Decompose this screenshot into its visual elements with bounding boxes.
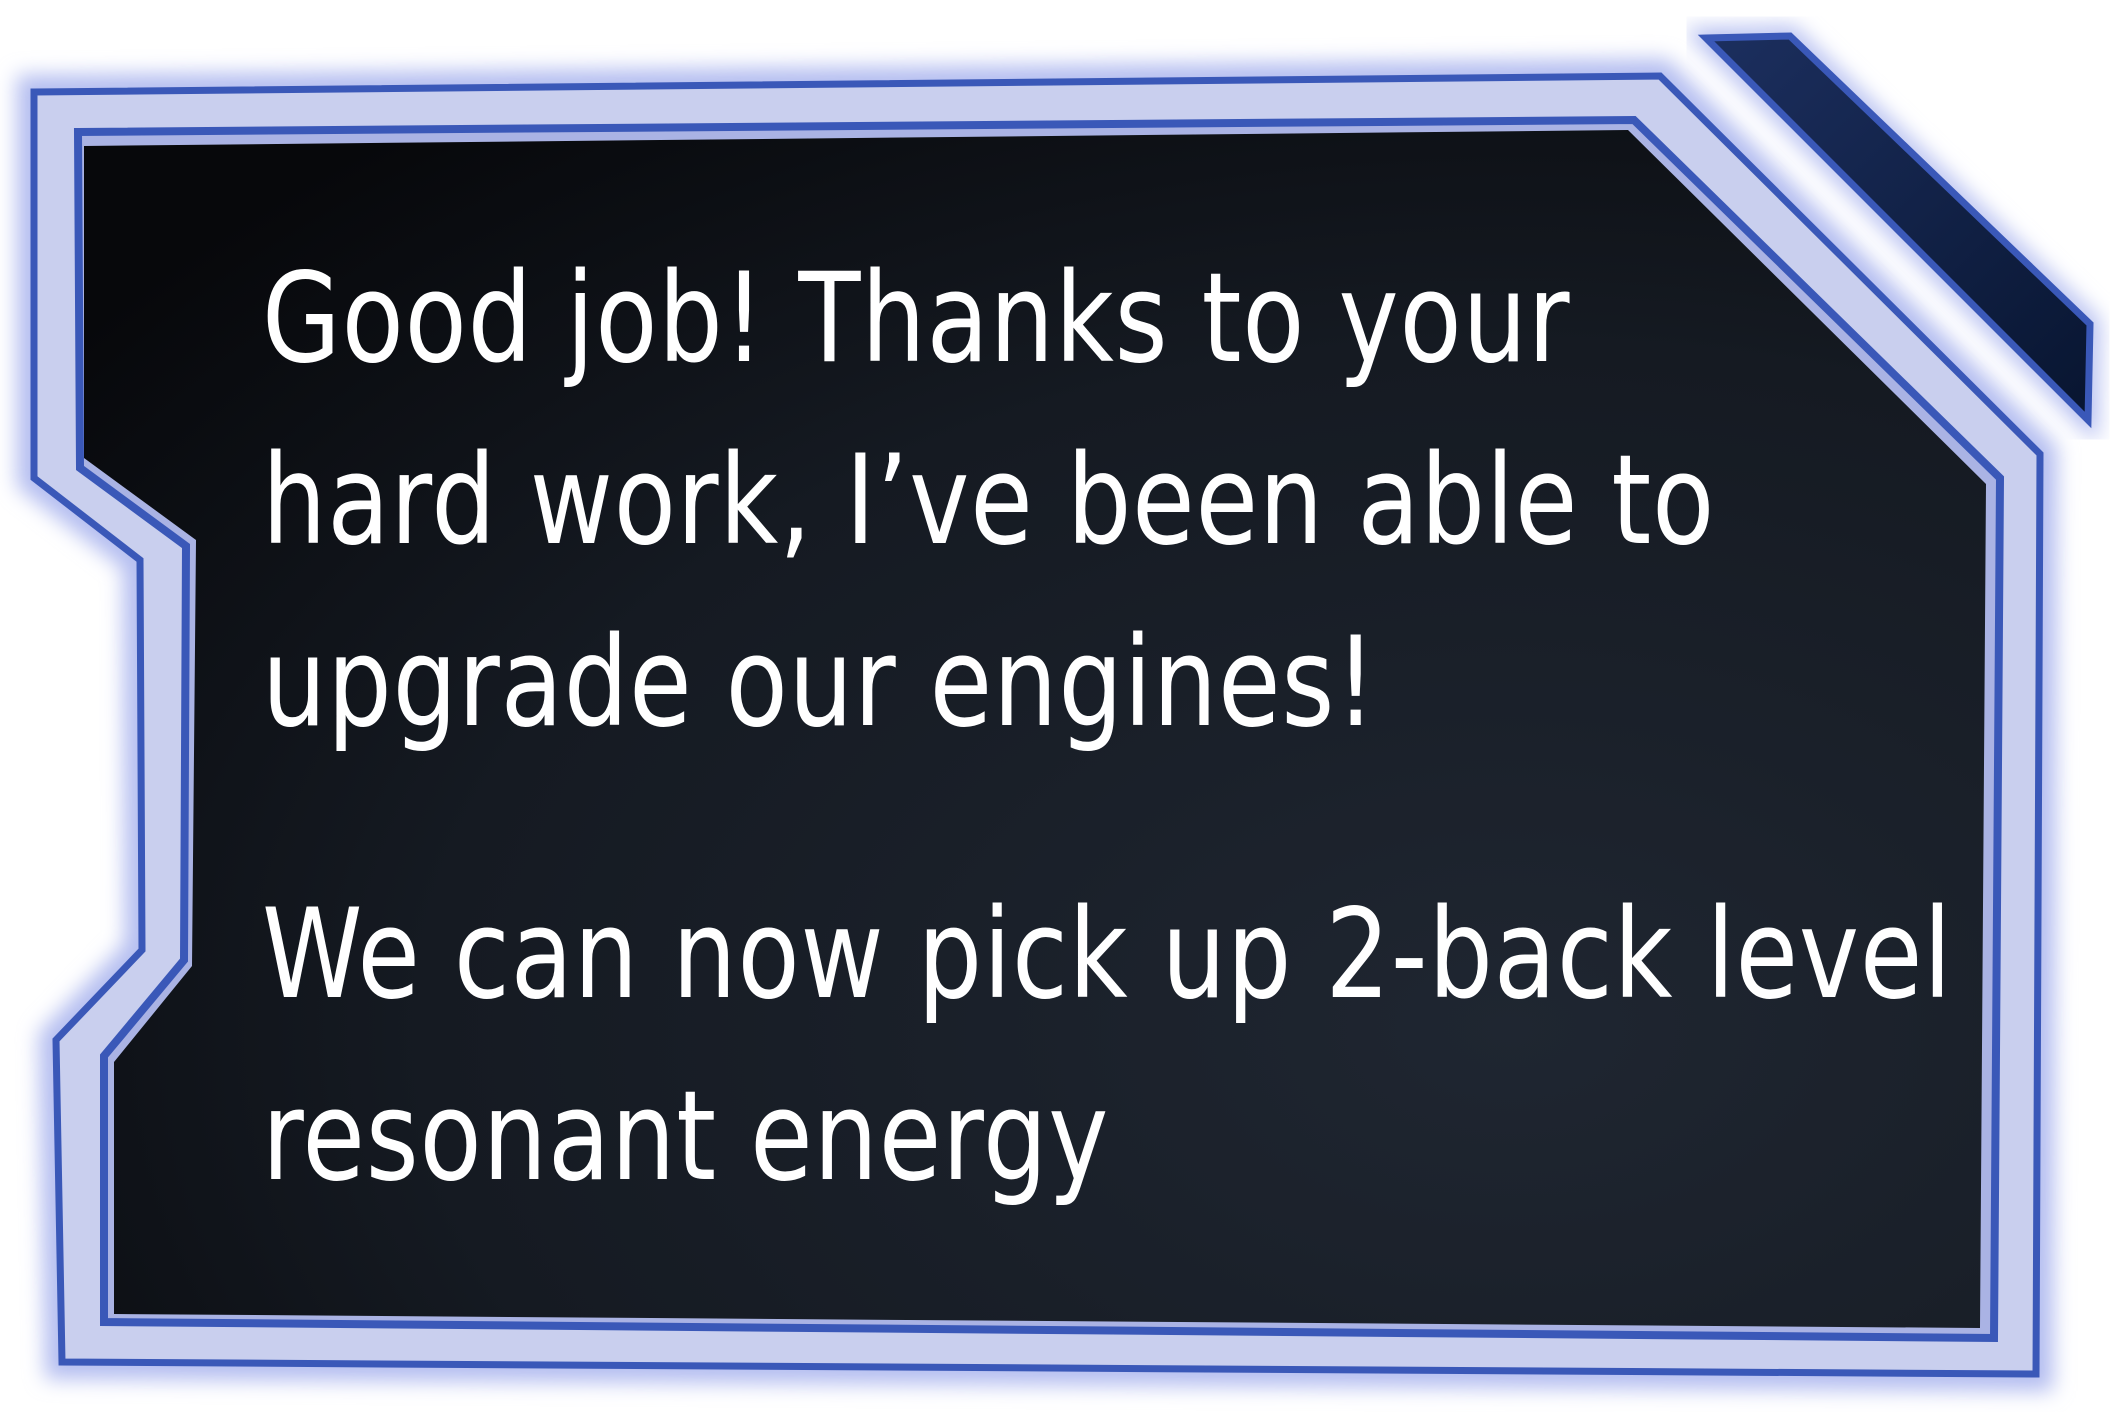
dialog-line: We can now pick up 2-back level [262,883,1953,1027]
dialog-line: hard work, I’ve been able to [262,429,1716,573]
dialog-paragraph: We can now pick up 2-back level resonant… [262,864,1953,1228]
dialog-paragraph: Good job! Thanks to your hard work, I’ve… [262,228,1716,774]
dialog-line: Good job! Thanks to your [262,247,1571,391]
dialog-line: resonant energy [262,1065,1110,1209]
dialog-text: Good job! Thanks to your hard work, I’ve… [262,228,1953,1228]
dialog-line: upgrade our engines! [262,611,1377,755]
